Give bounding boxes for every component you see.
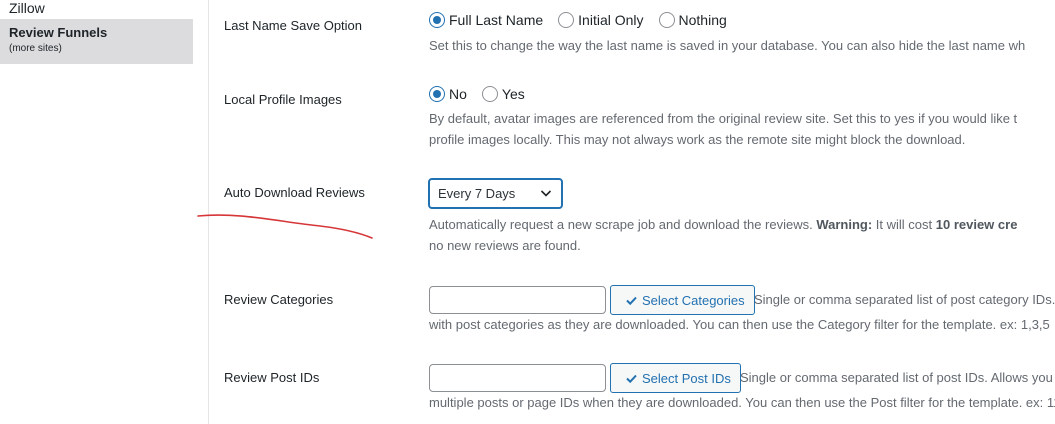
annotation-underline bbox=[197, 214, 373, 239]
